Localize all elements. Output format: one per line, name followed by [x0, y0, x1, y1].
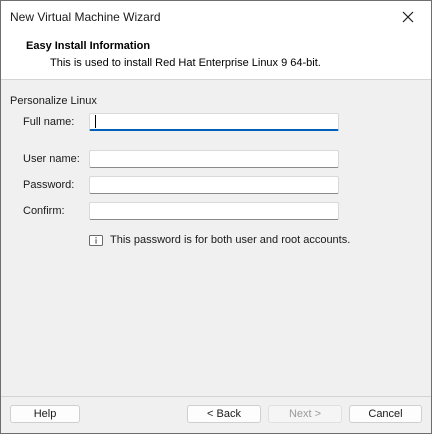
header-title: Easy Install Information [26, 40, 151, 52]
close-button[interactable] [385, 1, 431, 33]
confirm-label: Confirm: [23, 205, 65, 217]
footer-separator [1, 396, 431, 397]
header-subtitle: This is used to install Red Hat Enterpri… [50, 57, 321, 69]
password-input[interactable] [89, 176, 339, 194]
info-text: This password is for both user and root … [110, 234, 351, 246]
confirm-password-input[interactable] [89, 202, 339, 220]
user-name-input[interactable] [89, 150, 339, 168]
title-bar: New Virtual Machine Wizard [1, 1, 431, 33]
next-button[interactable]: Next > [268, 405, 342, 423]
password-label: Password: [23, 179, 75, 191]
help-button[interactable]: Help [10, 405, 80, 423]
back-button[interactable]: < Back [187, 405, 261, 423]
window-title: New Virtual Machine Wizard [10, 10, 161, 24]
close-icon [402, 11, 414, 23]
password-info-note: This password is for both user and root … [89, 233, 350, 247]
wizard-window: New Virtual Machine Wizard Easy Install … [0, 0, 432, 434]
personalize-group-label: Personalize Linux [10, 95, 97, 107]
cancel-button[interactable]: Cancel [349, 405, 422, 423]
info-icon [89, 234, 103, 246]
text-caret [95, 115, 96, 128]
user-name-label: User name: [23, 153, 80, 165]
full-name-input[interactable] [89, 113, 339, 131]
full-name-label: Full name: [23, 116, 75, 128]
wizard-header: Easy Install Information This is used to… [1, 33, 431, 80]
